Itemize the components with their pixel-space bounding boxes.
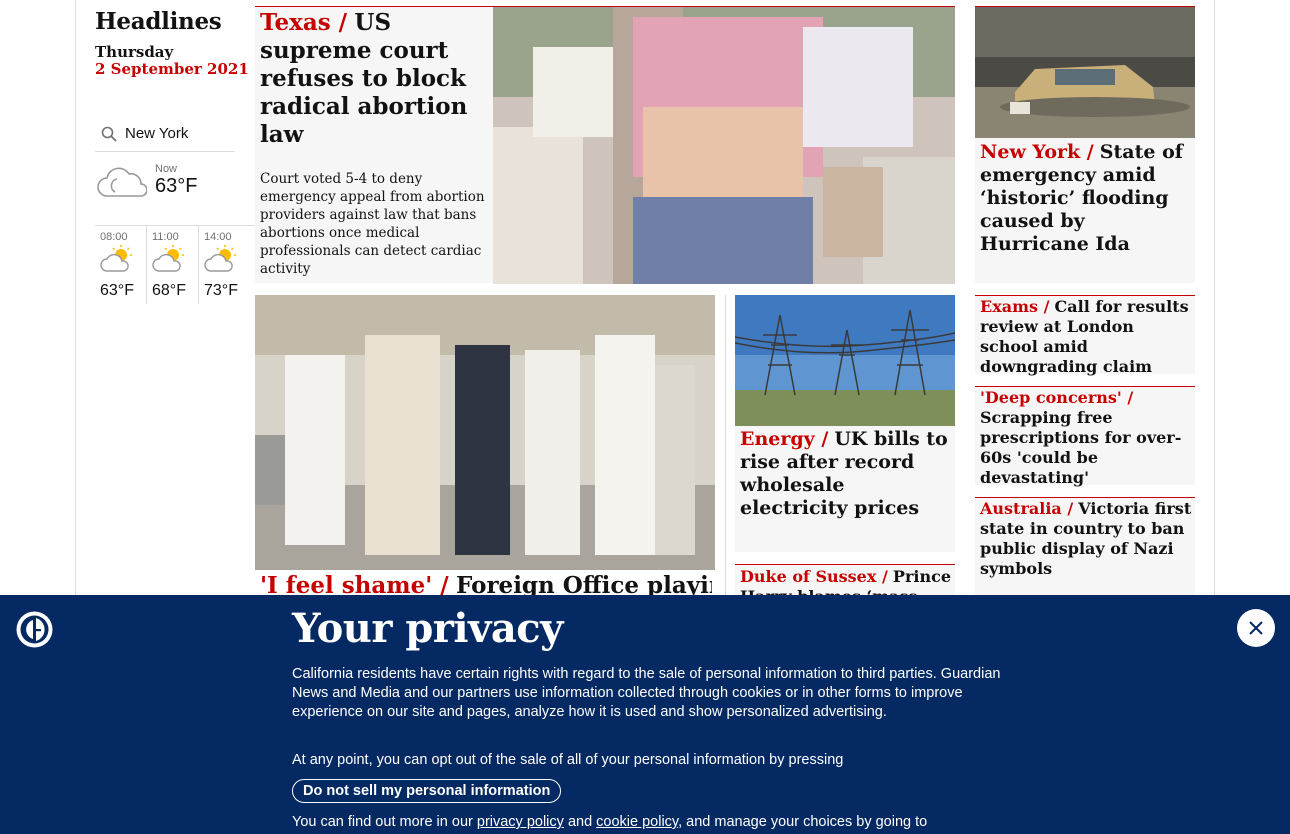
forecast-item: 14:00 73°F	[199, 226, 251, 304]
do-not-sell-button[interactable]: Do not sell my personal information	[292, 779, 562, 803]
story-title: Scrapping free prescriptions for over-60…	[980, 408, 1182, 487]
column-divider	[725, 295, 726, 595]
weather-now: Now 63°F	[95, 160, 235, 210]
story-headline[interactable]: Texas / US supreme court refuses to bloc…	[260, 9, 485, 149]
privacy-opt-out-text: At any point, you can opt out of the sal…	[292, 752, 844, 768]
weather-now-label: Now	[155, 163, 178, 175]
date-full: 2 September 2021	[95, 60, 249, 78]
forecast-temp: 63°F	[100, 282, 134, 299]
privacy-body: California residents have certain rights…	[292, 666, 1001, 720]
privacy-banner: Your privacy California residents have c…	[0, 595, 1290, 834]
story-image[interactable]	[255, 295, 715, 570]
story-headline[interactable]: New York / State of emergency amid ‘hist…	[980, 141, 1192, 256]
privacy-text-pre: You can find out more in our	[292, 814, 473, 830]
privacy-policy-link[interactable]: privacy policy	[477, 814, 564, 830]
story-image[interactable]	[735, 295, 955, 426]
story-kicker: Exams /	[980, 297, 1050, 316]
date-day: Thursday	[95, 43, 174, 61]
weather-location-search[interactable]: New York	[95, 116, 235, 152]
story-card-new-york[interactable]: New York / State of emergency amid ‘hist…	[975, 6, 1195, 283]
forecast-item: 11:00 68°F	[147, 226, 199, 304]
forecast-time: 14:00	[204, 231, 232, 243]
story-card-australia[interactable]: Australia / Victoria first state in coun…	[975, 497, 1195, 597]
story-card-exams[interactable]: Exams / Call for results review at Londo…	[975, 295, 1195, 377]
story-standfirst: Court voted 5-4 to deny emergency appeal…	[260, 171, 485, 277]
cloud-icon	[97, 167, 147, 197]
forecast-time: 08:00	[100, 231, 128, 243]
weather-forecast: 08:00 63°F 11:00 68°F 14:00 73°F	[95, 225, 255, 305]
story-headline[interactable]: Energy / UK bills to rise after record w…	[740, 428, 952, 520]
close-icon	[1249, 621, 1263, 635]
story-kicker: Duke of Sussex /	[740, 567, 888, 586]
privacy-title: Your privacy	[292, 605, 563, 652]
story-kicker: Texas /	[260, 9, 348, 36]
close-privacy-button[interactable]	[1237, 609, 1275, 647]
story-headline[interactable]: 'Deep concerns' / Scrapping free prescri…	[980, 388, 1192, 488]
story-card-feature[interactable]: 'I feel shame' / Foreign Office playing	[255, 295, 715, 599]
guardian-logo	[16, 611, 53, 652]
weather-now-temp: 63°F	[155, 175, 198, 197]
story-kicker: New York /	[980, 141, 1094, 163]
story-kicker: Australia /	[980, 499, 1074, 518]
privacy-text-post: , and manage your choices by going to	[678, 814, 928, 830]
story-card-prescriptions[interactable]: 'Deep concerns' / Scrapping free prescri…	[975, 386, 1195, 488]
search-icon	[101, 126, 117, 142]
cookie-policy-link[interactable]: cookie policy	[596, 814, 678, 830]
story-image[interactable]	[493, 7, 955, 284]
story-headline[interactable]: Exams / Call for results review at Londo…	[980, 297, 1192, 377]
privacy-text-and: and	[567, 814, 593, 830]
partly-sunny-icon	[100, 245, 132, 272]
partly-sunny-icon	[204, 245, 236, 272]
forecast-temp: 73°F	[204, 282, 238, 299]
story-image[interactable]	[975, 7, 1195, 138]
forecast-temp: 68°F	[152, 282, 186, 299]
story-headline[interactable]: Australia / Victoria first state in coun…	[980, 499, 1192, 579]
story-kicker: 'Deep concerns' /	[980, 388, 1134, 407]
forecast-item: 08:00 63°F	[95, 226, 147, 304]
privacy-policy-text: You can find out more in our privacy pol…	[292, 813, 1002, 832]
section-title: Headlines	[95, 8, 222, 35]
story-card-texas[interactable]: Texas / US supreme court refuses to bloc…	[255, 6, 955, 284]
weather-city: New York	[125, 125, 189, 142]
story-kicker: Energy /	[740, 428, 829, 450]
partly-sunny-icon	[152, 245, 184, 272]
forecast-time: 11:00	[152, 231, 179, 243]
story-card-energy[interactable]: Energy / UK bills to rise after record w…	[735, 295, 955, 552]
